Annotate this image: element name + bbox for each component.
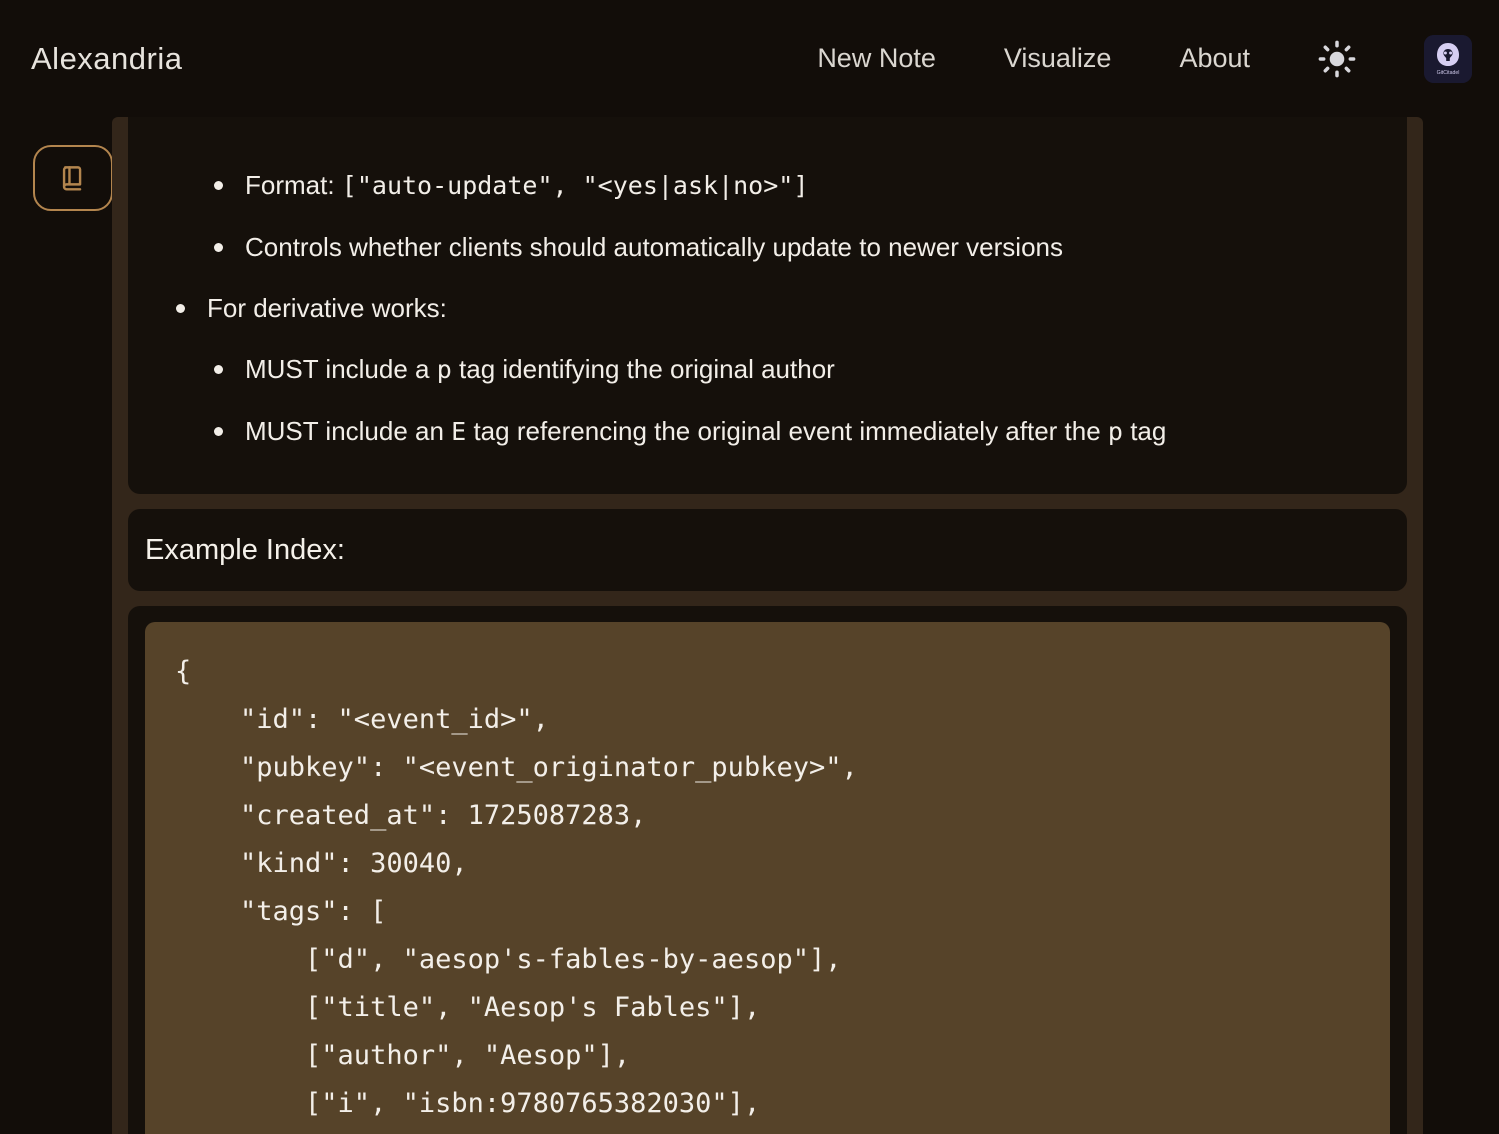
nav-new-note[interactable]: New Note [817,43,936,74]
svg-text:GitCitadel: GitCitadel [1437,70,1460,76]
list-item: For derivative works: [152,291,1383,325]
list-item-text: MUST include a p tag identifying the ori… [245,352,835,387]
list-item-text: Controls whether clients should automati… [245,230,1063,264]
bullet-icon [176,304,185,313]
list-item: Format: ["auto-update", "<yes|ask|no>"] [152,168,1383,203]
toc-toggle-button[interactable] [33,145,113,211]
list-item-text: For derivative works: [207,291,447,325]
list-item: Controls whether clients should automati… [152,230,1383,264]
theme-toggle-button[interactable] [1318,40,1356,78]
doc-card: Format: ["auto-update", "<yes|ask|no>"] C… [128,117,1407,494]
list-item-text: MUST include an E tag referencing the or… [245,414,1166,449]
json-code-block: { "id": "<event_id>", "pubkey": "<event_… [145,622,1390,1134]
gitcitadel-logo[interactable]: GitCitadel [1424,35,1472,83]
example-index-card: Example Index: [128,509,1407,591]
example-index-label: Example Index: [128,509,1407,591]
content-area: Format: ["auto-update", "<yes|ask|no>"] C… [112,117,1423,1134]
main-nav: New Note Visualize About [817,35,1472,83]
list-item-text: Format: ["auto-update", "<yes|ask|no>"] [245,168,808,203]
doc-bullet-list: Format: ["auto-update", "<yes|ask|no>"] C… [152,168,1383,449]
bullet-icon [214,427,223,436]
book-icon [56,161,90,195]
list-item: MUST include an E tag referencing the or… [152,414,1383,449]
list-item: MUST include a p tag identifying the ori… [152,352,1383,387]
code-card: { "id": "<event_id>", "pubkey": "<event_… [128,606,1407,1134]
nav-visualize[interactable]: Visualize [1004,43,1112,74]
sun-icon [1318,40,1356,78]
bullet-icon [214,365,223,374]
app-title[interactable]: Alexandria [31,41,182,77]
json-code: { "id": "<event_id>", "pubkey": "<event_… [175,656,858,1119]
bullet-icon [214,243,223,252]
bullet-icon [214,181,223,190]
app-header: Alexandria New Note Visualize About [0,0,1499,117]
nav-about[interactable]: About [1179,43,1250,74]
